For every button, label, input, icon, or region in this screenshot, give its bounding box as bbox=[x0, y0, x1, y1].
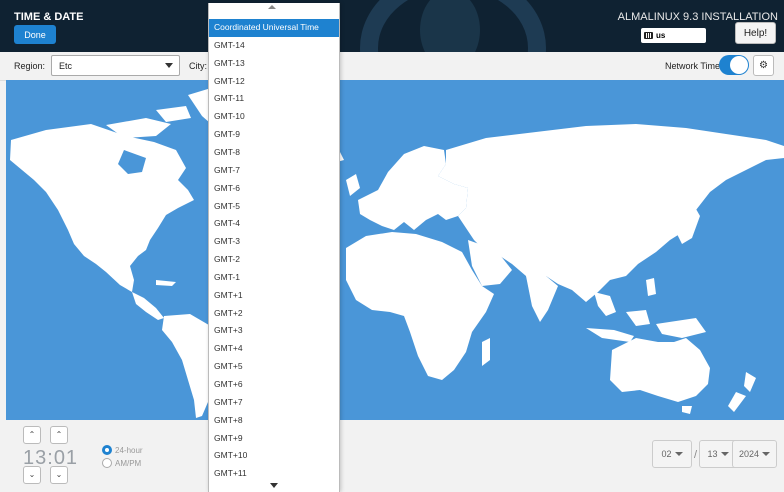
scroll-up-icon[interactable] bbox=[268, 5, 276, 9]
region-label: Region: bbox=[14, 61, 46, 71]
city-option[interactable]: GMT-4 bbox=[209, 215, 339, 233]
chevron-down-icon bbox=[674, 452, 683, 456]
world-map[interactable] bbox=[6, 80, 784, 420]
chevron-up-icon: ⌃ bbox=[28, 430, 36, 439]
minute-increment-button[interactable]: ⌃ bbox=[50, 426, 68, 444]
city-option[interactable]: GMT+1 bbox=[209, 287, 339, 305]
network-time-toggle[interactable] bbox=[719, 55, 749, 75]
gear-icon: ⚙ bbox=[759, 60, 768, 71]
network-time-settings-button[interactable]: ⚙ bbox=[753, 55, 774, 76]
city-option[interactable]: GMT-14 bbox=[209, 37, 339, 55]
city-option[interactable]: GMT+8 bbox=[209, 412, 339, 430]
city-option[interactable]: GMT-8 bbox=[209, 144, 339, 162]
keyboard-layout-indicator[interactable]: us bbox=[641, 28, 706, 43]
hour-increment-button[interactable]: ⌃ bbox=[23, 426, 41, 444]
city-option[interactable]: GMT+7 bbox=[209, 394, 339, 412]
month-value: 02 bbox=[661, 449, 672, 459]
city-option[interactable]: GMT-6 bbox=[209, 180, 339, 198]
timezone-toolbar: Region: Etc City: Network Time ⚙ bbox=[0, 52, 784, 81]
city-dropdown-list[interactable]: Coordinated Universal Time GMT-14 GMT-13 GM… bbox=[208, 3, 340, 492]
day-value: 13 bbox=[707, 449, 718, 459]
chevron-down-icon bbox=[720, 452, 729, 456]
keyboard-icon bbox=[644, 32, 653, 39]
minute-decrement-button[interactable]: ⌄ bbox=[50, 466, 68, 484]
region-value: Etc bbox=[59, 61, 73, 71]
city-option[interactable]: GMT-12 bbox=[209, 73, 339, 91]
header-bar: TIME & DATE Done ALMALINUX 9.3 INSTALLAT… bbox=[0, 0, 784, 52]
city-option[interactable]: GMT+10 bbox=[209, 447, 339, 465]
city-option[interactable]: GMT-5 bbox=[209, 198, 339, 216]
format-ampm-radio[interactable] bbox=[102, 458, 112, 468]
city-option[interactable]: GMT+2 bbox=[209, 305, 339, 323]
city-option[interactable]: GMT-7 bbox=[209, 162, 339, 180]
city-option[interactable]: GMT-10 bbox=[209, 108, 339, 126]
year-select[interactable]: 2024 bbox=[732, 440, 777, 468]
city-option[interactable]: GMT-9 bbox=[209, 126, 339, 144]
hour-decrement-button[interactable]: ⌄ bbox=[23, 466, 41, 484]
chevron-down-icon bbox=[165, 63, 173, 68]
keyboard-layout-label: us bbox=[656, 31, 666, 40]
scroll-down-icon[interactable] bbox=[270, 483, 278, 488]
city-option[interactable]: GMT+6 bbox=[209, 376, 339, 394]
format-24h-label: 24-hour bbox=[115, 446, 143, 455]
help-button[interactable]: Help! bbox=[735, 22, 776, 44]
city-option[interactable]: GMT-3 bbox=[209, 233, 339, 251]
done-button[interactable]: Done bbox=[14, 25, 56, 44]
format-24h-radio[interactable] bbox=[102, 445, 112, 455]
network-time-label: Network Time bbox=[665, 61, 721, 71]
page-title: TIME & DATE bbox=[14, 11, 84, 23]
map-north-america bbox=[10, 124, 194, 292]
city-option[interactable]: GMT+11 bbox=[209, 465, 339, 483]
chevron-down-icon bbox=[762, 452, 771, 456]
chevron-down-icon: ⌄ bbox=[55, 470, 63, 479]
year-value: 2024 bbox=[738, 449, 760, 459]
city-option[interactable]: GMT-2 bbox=[209, 251, 339, 269]
chevron-down-icon: ⌄ bbox=[28, 470, 36, 479]
city-option[interactable]: GMT+4 bbox=[209, 340, 339, 358]
month-select[interactable]: 02 bbox=[652, 440, 692, 468]
timezone-map[interactable] bbox=[6, 80, 784, 420]
city-label: City: bbox=[189, 61, 207, 71]
region-select[interactable]: Etc bbox=[51, 55, 180, 76]
toggle-knob bbox=[730, 56, 748, 74]
city-option-utc[interactable]: Coordinated Universal Time bbox=[209, 19, 339, 37]
city-option[interactable]: GMT+5 bbox=[209, 358, 339, 376]
city-option[interactable]: GMT+3 bbox=[209, 322, 339, 340]
city-option[interactable]: GMT-11 bbox=[209, 90, 339, 108]
city-option[interactable]: GMT-1 bbox=[209, 269, 339, 287]
city-option[interactable]: GMT-13 bbox=[209, 55, 339, 73]
map-australia bbox=[610, 338, 710, 402]
city-option[interactable]: GMT+9 bbox=[209, 430, 339, 448]
format-ampm-label: AM/PM bbox=[115, 459, 142, 468]
date-separator: / bbox=[694, 449, 698, 461]
header-decoration-inner bbox=[420, 0, 480, 52]
chevron-up-icon: ⌃ bbox=[55, 430, 63, 439]
